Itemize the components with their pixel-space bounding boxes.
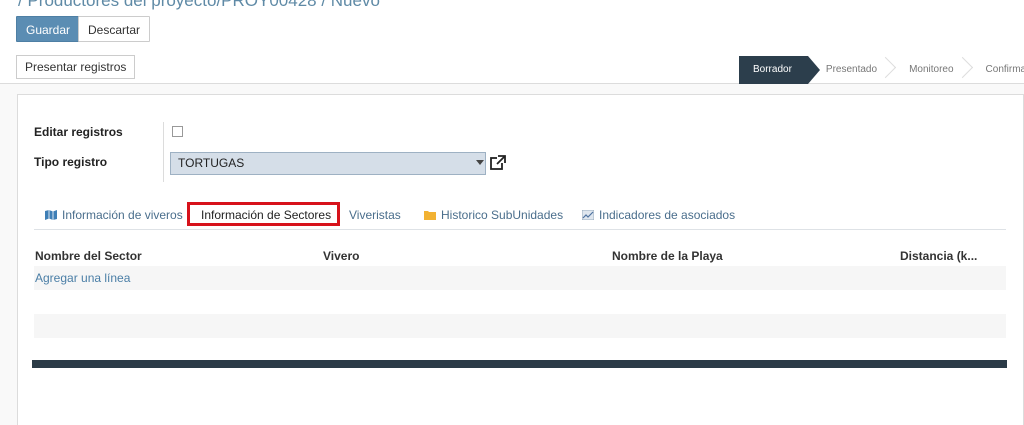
add-line-link[interactable]: Agregar una línea — [35, 271, 130, 285]
step-monitoreo[interactable]: Monitoreo — [891, 56, 973, 84]
step-label: Confirmado — [985, 64, 1024, 75]
step-label: Presentado — [825, 64, 878, 75]
control-panel: / Productores del proyecto/PROY00428 / N… — [0, 0, 1024, 53]
line-chart-icon — [582, 210, 594, 220]
discard-button[interactable]: Descartar — [78, 16, 151, 42]
tab-label: Historico SubUnidades — [441, 208, 564, 222]
table-row — [34, 314, 1006, 338]
record-type-select[interactable]: TORTUGAS — [170, 152, 486, 175]
field-divider — [163, 122, 164, 182]
external-link-icon[interactable] — [489, 154, 507, 172]
table-footer-bar — [32, 360, 1007, 368]
breadcrumb[interactable]: / Productores del proyecto/PROY00428 / N… — [18, 0, 380, 11]
tab-label: Información de viveros — [62, 208, 183, 222]
tab-sectors-info[interactable]: Información de Sectores — [201, 208, 331, 222]
edit-records-checkbox[interactable] — [172, 126, 183, 137]
tab-subunit-history[interactable]: Historico SubUnidades — [424, 208, 563, 222]
tab-nursery-staff[interactable]: Viveristas — [349, 208, 401, 222]
status-bar: Presentar registros Borrador Presentado … — [0, 52, 1024, 84]
status-steps: Borrador Presentado Monitoreo Confirmado — [739, 56, 1024, 84]
column-header-nursery[interactable]: Vivero — [323, 249, 359, 263]
tab-nurseries-info[interactable]: Información de viveros — [45, 208, 183, 222]
tab-label: Viveristas — [349, 208, 401, 222]
column-header-beach-name[interactable]: Nombre de la Playa — [612, 249, 723, 263]
step-label: Monitoreo — [909, 64, 954, 75]
tab-label: Indicadores de asociados — [599, 208, 736, 222]
table-row — [34, 266, 1006, 290]
step-label: Borrador — [753, 64, 792, 75]
tab-associate-indicators[interactable]: Indicadores de asociados — [582, 208, 735, 222]
step-confirmado[interactable]: Confirmado — [968, 56, 1024, 84]
map-icon — [45, 210, 57, 220]
step-presentado[interactable]: Presentado — [808, 56, 897, 84]
column-header-distance[interactable]: Distancia (k... — [900, 249, 977, 263]
save-button[interactable]: Guardar — [16, 16, 81, 42]
form-sheet — [17, 94, 1024, 425]
record-type-label: Tipo registro — [34, 155, 108, 169]
edit-records-label: Editar registros — [34, 125, 123, 139]
dropdown-caret-icon[interactable] — [476, 160, 484, 165]
present-records-button[interactable]: Presentar registros — [16, 55, 136, 79]
column-header-sector-name[interactable]: Nombre del Sector — [35, 249, 142, 263]
step-borrador[interactable]: Borrador — [739, 56, 820, 84]
folder-icon — [424, 211, 436, 220]
